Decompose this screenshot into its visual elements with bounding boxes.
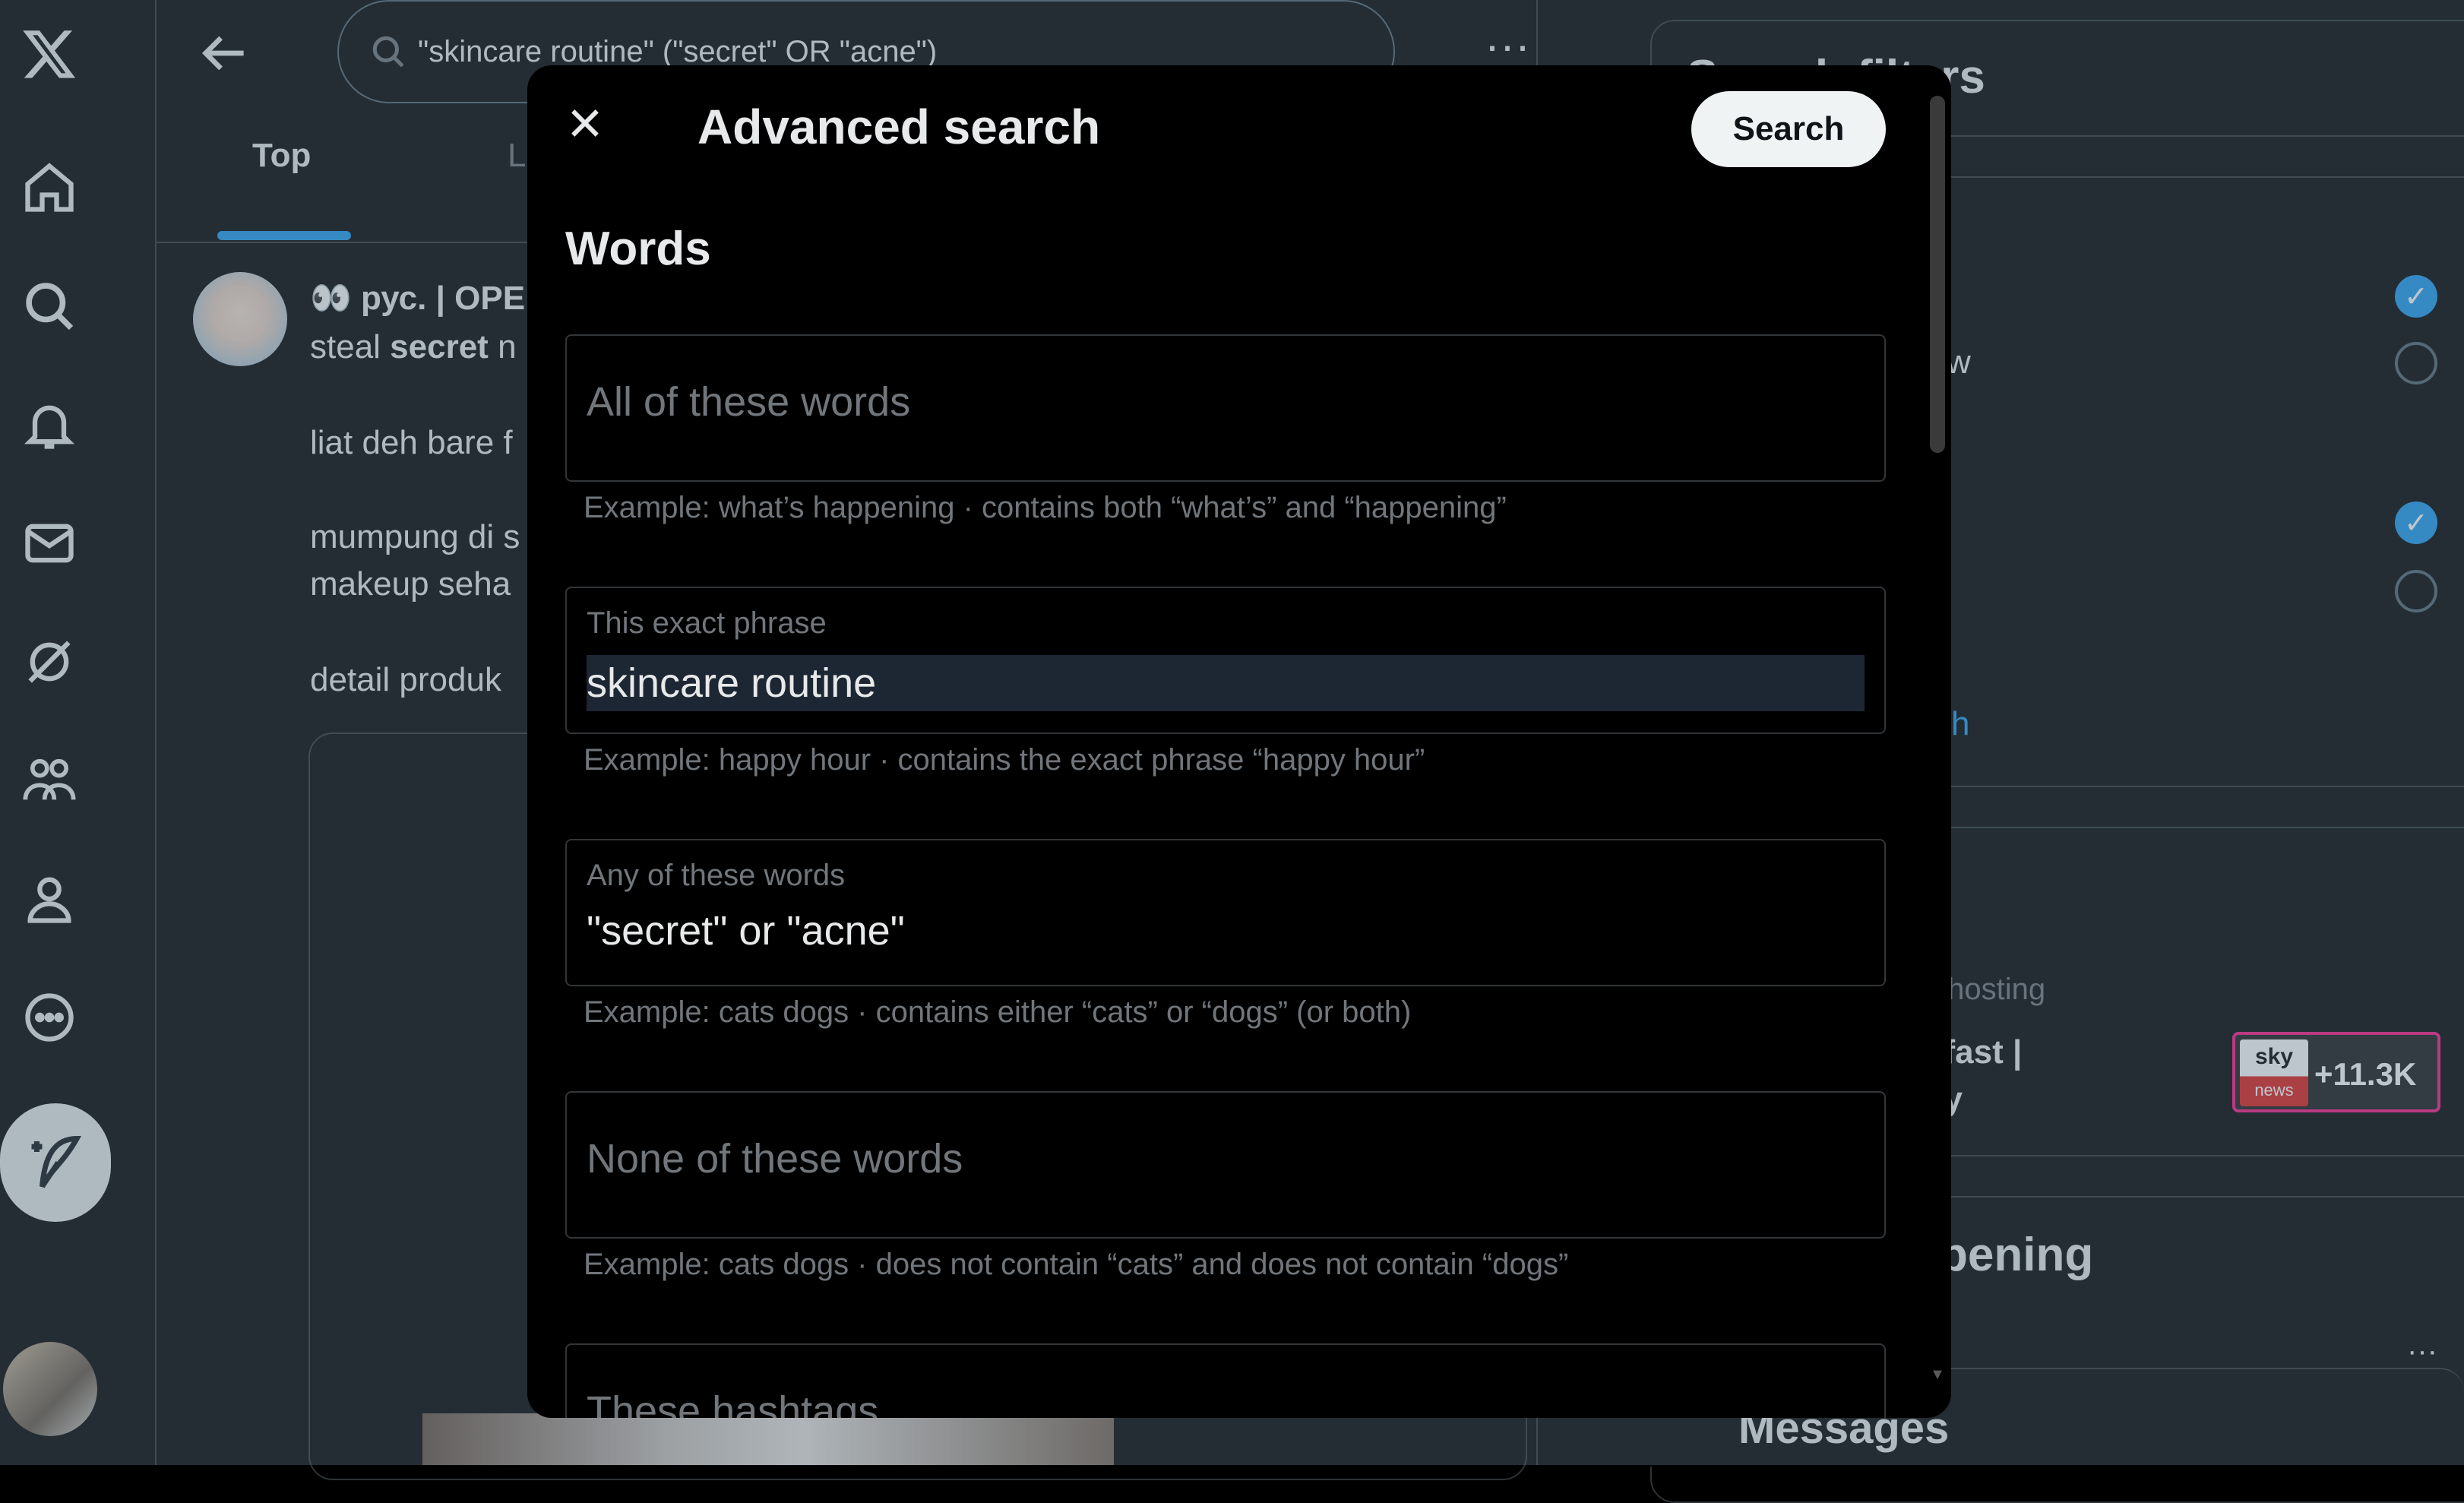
dialog-title: Advanced search <box>697 100 1101 154</box>
field-hint: Example: what’s happening · contains bot… <box>584 491 1507 524</box>
scroll-down-arrow-icon[interactable]: ▼ <box>1930 1366 1945 1388</box>
field-placeholder: None of these words <box>587 1136 963 1182</box>
section-title-words: Words <box>565 223 711 275</box>
field-label: Any of these words <box>587 859 846 892</box>
hashtags-field[interactable]: These hashtags <box>565 1343 1886 1418</box>
none-words-field[interactable]: None of these words <box>565 1091 1886 1239</box>
field-value[interactable]: skincare routine <box>587 655 1865 711</box>
any-words-field[interactable]: Any of these words "secret" or "acne" <box>565 839 1886 986</box>
close-button[interactable] <box>555 93 615 153</box>
close-icon <box>571 109 599 137</box>
field-placeholder: These hashtags <box>587 1388 879 1418</box>
advanced-search-dialog: Advanced search Search Words All of thes… <box>527 65 1951 1418</box>
field-label: This exact phrase <box>587 606 827 640</box>
all-words-field[interactable]: All of these words <box>565 334 1886 482</box>
dialog-scrollbar[interactable]: ▼ <box>1930 96 1945 1388</box>
search-button[interactable]: Search <box>1691 91 1886 167</box>
field-value[interactable]: "secret" or "acne" <box>587 907 905 954</box>
field-hint: Example: cats dogs · does not contain “c… <box>584 1248 1569 1281</box>
field-placeholder: All of these words <box>587 379 911 425</box>
exact-phrase-field[interactable]: This exact phrase skincare routine <box>565 587 1886 734</box>
field-hint: Example: cats dogs · contains either “ca… <box>584 995 1412 1029</box>
field-hint: Example: happy hour · contains the exact… <box>584 743 1425 777</box>
scrollbar-thumb[interactable] <box>1930 96 1945 453</box>
